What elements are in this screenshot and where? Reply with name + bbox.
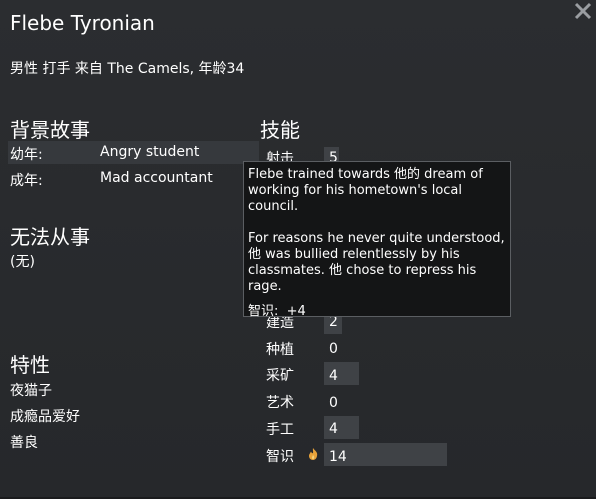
tooltip-text-line: working for his hometown's local council… <box>248 183 463 214</box>
skill-value: 14 <box>329 449 347 465</box>
tooltip-stat-value: +4 <box>286 304 306 319</box>
incapable-value: (无) <box>10 254 35 270</box>
close-icon <box>574 2 592 20</box>
skill-value: 4 <box>329 421 338 437</box>
tooltip-text-line: For reasons he never quite understood, <box>248 231 505 246</box>
skill-value: 4 <box>329 368 338 384</box>
skill-value: 0 <box>329 341 338 357</box>
skill-label[interactable]: 采矿 <box>266 365 294 385</box>
trait-item[interactable]: 善良 <box>10 432 38 452</box>
incapable-title: 无法从事 <box>10 225 90 249</box>
skill-label[interactable]: 艺术 <box>266 392 294 412</box>
tooltip-text-line: Flebe trained towards 他的 dream of <box>248 167 483 182</box>
flame-icon <box>307 446 319 460</box>
adulthood-label: 成年: <box>10 173 43 189</box>
trait-item[interactable]: 成瘾品爱好 <box>10 406 80 426</box>
childhood-backstory[interactable]: Angry student <box>100 144 199 160</box>
character-subtitle: 男性 打手 来自 The Camels, 年龄34 <box>10 61 245 77</box>
skills-title: 技能 <box>260 118 300 142</box>
tooltip-text-line: classmates. 他 chose to repress his <box>248 263 477 278</box>
skill-value: 0 <box>329 395 338 411</box>
tooltip-stat-bonus: 智识: +4 <box>248 304 506 320</box>
tooltip-stat-label: 智识: <box>248 304 279 319</box>
skill-label[interactable]: 智识 <box>266 446 294 466</box>
backstory-tooltip: Flebe trained towards 他的 dream of workin… <box>243 161 511 320</box>
character-card-window: Flebe Tyronian 男性 打手 来自 The Camels, 年龄34… <box>0 0 596 499</box>
skill-label[interactable]: 种植 <box>266 339 294 359</box>
tooltip-text-line: rage. <box>248 279 282 294</box>
character-name: Flebe Tyronian <box>10 11 155 35</box>
childhood-label: 幼年: <box>10 147 43 163</box>
trait-item[interactable]: 夜猫子 <box>10 380 52 400</box>
tooltip-text-line: 他 was bullied relentlessly by his <box>248 247 460 262</box>
adulthood-backstory[interactable]: Mad accountant <box>100 170 213 186</box>
backstory-title: 背景故事 <box>10 118 90 142</box>
close-button[interactable] <box>571 0 595 22</box>
traits-title: 特性 <box>10 353 50 377</box>
skill-label[interactable]: 手工 <box>266 419 294 439</box>
